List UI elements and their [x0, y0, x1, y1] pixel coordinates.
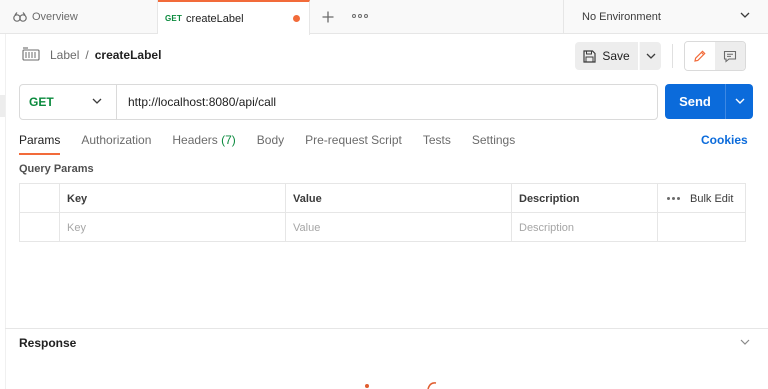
save-icon — [583, 49, 596, 63]
tab-settings[interactable]: Settings — [472, 133, 515, 155]
edit-view-button[interactable] — [685, 42, 715, 70]
row-actions-cell — [658, 213, 745, 242]
bulk-edit-controls: Bulk Edit — [658, 184, 745, 213]
tab-create-label[interactable]: GET createLabel — [158, 0, 310, 35]
comment-icon — [723, 50, 737, 63]
send-button[interactable]: Send — [665, 84, 725, 119]
tab-settings-label: Settings — [471, 133, 516, 147]
table-header-row: Key Value Description Bulk Edit — [20, 184, 745, 213]
param-description-input[interactable]: Description — [512, 213, 658, 242]
row-checkbox-cell — [20, 213, 60, 242]
tab-bar: Overview GET createLabel No Environment — [0, 0, 768, 35]
tab-headers-label: Headers — [172, 133, 218, 147]
param-value-input[interactable]: Value — [286, 213, 512, 242]
new-tab-button[interactable] — [318, 7, 338, 27]
send-options-button[interactable] — [725, 84, 753, 119]
method-select-value: GET — [29, 95, 54, 109]
chevron-down-icon — [740, 12, 750, 18]
column-header-value: Value — [286, 184, 512, 213]
url-input[interactable] — [117, 85, 657, 119]
send-button-label: Send — [679, 94, 711, 109]
chevron-down-icon — [646, 53, 655, 59]
environment-select[interactable]: No Environment — [563, 0, 768, 34]
more-options-icon[interactable] — [667, 197, 680, 200]
query-params-title: Query Params — [19, 163, 94, 175]
sidebar-edge-marker — [0, 95, 5, 117]
tab-headers[interactable]: Headers (7) — [172, 133, 235, 155]
tab-params[interactable]: Params — [19, 133, 61, 155]
request-tabs: Params Authorization Headers (7) Body Pr… — [19, 133, 536, 155]
cookies-link[interactable]: Cookies — [701, 133, 748, 147]
more-tabs-button[interactable] — [350, 9, 370, 23]
chevron-down-icon — [92, 98, 102, 104]
breadcrumb-parent-link[interactable]: Label — [50, 48, 79, 62]
send-group: Send — [665, 84, 753, 119]
select-all-cell — [20, 184, 60, 213]
tab-tests[interactable]: Tests — [423, 133, 451, 155]
tab-authorization[interactable]: Authorization — [81, 133, 151, 155]
environment-select-value: No Environment — [582, 11, 661, 23]
more-dot-icon — [352, 14, 356, 18]
tab-body-label: Body — [256, 133, 285, 147]
tab-overview[interactable]: Overview — [0, 0, 158, 34]
request-name[interactable]: createLabel — [95, 48, 162, 62]
documentation-view-button[interactable] — [715, 42, 745, 70]
param-key-input[interactable]: Key — [60, 213, 286, 242]
column-header-key: Key — [60, 184, 286, 213]
request-url-bar: GET — [19, 84, 658, 120]
tab-body[interactable]: Body — [257, 133, 284, 155]
tab-authorization-label: Authorization — [81, 133, 152, 147]
response-divider[interactable] — [5, 328, 768, 329]
http-request-icon — [22, 47, 40, 61]
overview-icon — [13, 12, 27, 22]
tab-params-label: Params — [19, 133, 61, 147]
breadcrumb: Label / createLabel — [22, 44, 161, 66]
table-row: Key Value Description — [20, 213, 745, 242]
save-group: Save — [575, 42, 661, 70]
left-divider — [5, 34, 6, 389]
tab-method-badge: GET — [165, 14, 183, 23]
breadcrumb-separator: / — [85, 48, 89, 62]
unsaved-indicator-icon[interactable] — [293, 15, 300, 22]
headers-count-badge: (7) — [221, 133, 236, 147]
save-button[interactable]: Save — [575, 42, 638, 70]
method-select[interactable]: GET — [20, 85, 117, 119]
pencil-icon — [694, 50, 706, 62]
chevron-down-icon — [735, 98, 744, 104]
more-dot-icon — [364, 14, 368, 18]
tab-create-label-name: createLabel — [186, 12, 244, 25]
tab-overview-label: Overview — [32, 11, 78, 23]
more-dot-icon — [358, 14, 362, 18]
bulk-edit-button[interactable]: Bulk Edit — [690, 193, 733, 205]
column-header-description: Description — [512, 184, 658, 213]
response-title: Response — [19, 336, 77, 350]
toolbar-divider — [672, 44, 673, 68]
view-toggle — [684, 41, 746, 71]
plus-icon — [322, 11, 334, 23]
response-empty-illustration — [365, 382, 437, 389]
tab-pre-request-script[interactable]: Pre-request Script — [305, 133, 402, 155]
save-options-button[interactable] — [639, 42, 661, 70]
query-params-table: Key Value Description Bulk Edit Key Valu… — [19, 183, 746, 242]
chevron-down-icon[interactable] — [740, 339, 750, 346]
tab-tests-label: Tests — [422, 133, 451, 147]
tab-pre-request-script-label: Pre-request Script — [305, 133, 402, 147]
save-button-label: Save — [602, 49, 630, 63]
